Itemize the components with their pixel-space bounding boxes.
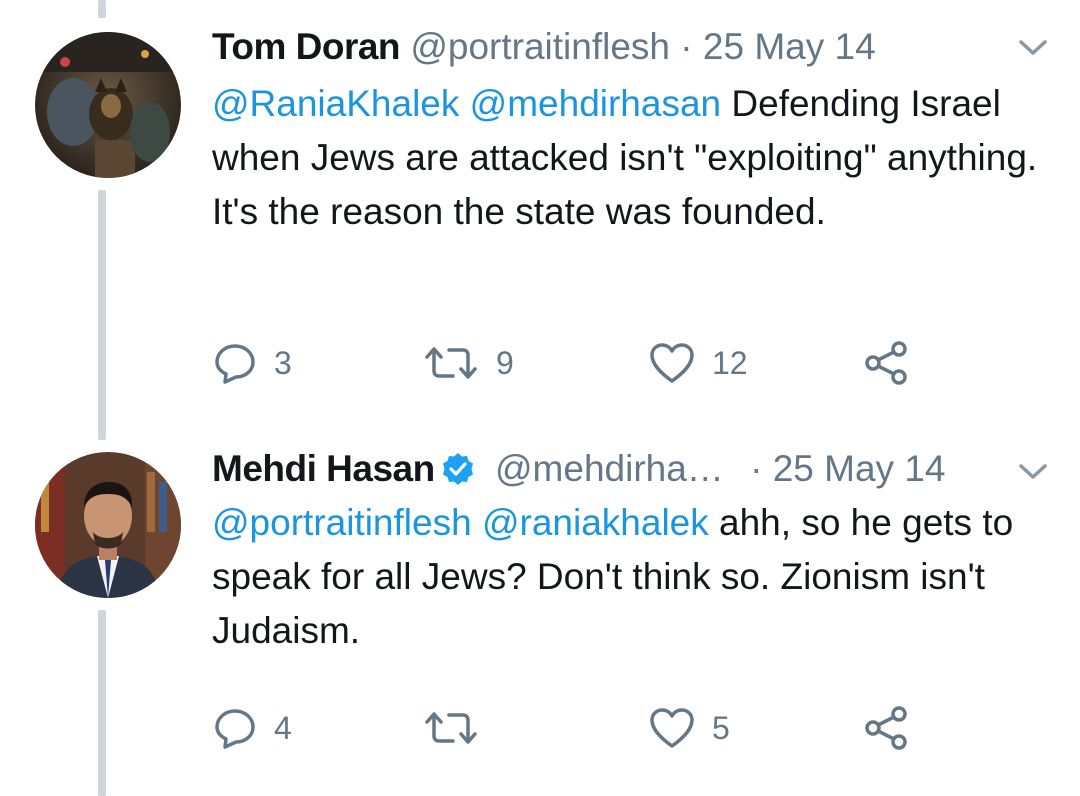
- share-icon: [865, 341, 907, 385]
- tweet-text: @RaniaKhalek @mehdirhasan Defending Isra…: [212, 77, 1042, 239]
- like-count: 12: [712, 344, 748, 381]
- reply-button[interactable]: 4: [212, 703, 292, 753]
- photo-avatar-man-icon: [35, 452, 181, 598]
- chevron-down-icon[interactable]: [1018, 38, 1048, 58]
- timestamp[interactable]: 25 May 14: [773, 448, 946, 489]
- retweet-button[interactable]: [422, 703, 496, 753]
- share-button[interactable]: [862, 703, 910, 753]
- mention-link[interactable]: @RaniaKhalek: [212, 83, 459, 124]
- retweet-icon: [425, 347, 477, 379]
- tweet-header: Tom Doran @portraitinflesh · 25 May 14: [212, 23, 1050, 71]
- username[interactable]: @mehdirha…: [495, 448, 724, 489]
- mention-link[interactable]: @mehdirhasan: [470, 83, 721, 124]
- share-icon: [865, 706, 907, 750]
- mention-link[interactable]: @raniakhalek: [482, 502, 709, 543]
- timestamp[interactable]: 25 May 14: [703, 26, 876, 67]
- chevron-down-icon[interactable]: [1018, 462, 1048, 482]
- heart-icon: [650, 708, 694, 748]
- display-name[interactable]: Tom Doran: [212, 26, 401, 67]
- tweet-actions: 4 5: [212, 703, 1032, 753]
- avatar[interactable]: [35, 452, 181, 598]
- reply-button[interactable]: 3: [212, 338, 292, 388]
- tweet-actions: 3 9 12: [212, 338, 1032, 388]
- separator: ·: [680, 26, 693, 67]
- tweet[interactable]: Mehdi Hasan @mehdirha… · 25 May 14 @port…: [0, 430, 1080, 796]
- retweet-count: 9: [496, 344, 514, 381]
- like-button[interactable]: 12: [648, 338, 748, 388]
- like-count: 5: [712, 709, 730, 746]
- like-button[interactable]: 5: [648, 703, 730, 753]
- avatar[interactable]: [35, 32, 181, 178]
- retweet-button[interactable]: 9: [422, 338, 514, 388]
- reply-icon: [215, 709, 255, 749]
- heart-icon: [650, 343, 694, 383]
- mention-link[interactable]: @portraitinflesh: [212, 502, 472, 543]
- reply-icon: [215, 344, 255, 384]
- retweet-icon: [425, 712, 477, 744]
- tweet-text: @portraitinflesh @raniakhalek ahh, so he…: [212, 496, 1042, 658]
- share-button[interactable]: [862, 338, 910, 388]
- reply-count: 4: [274, 709, 292, 746]
- username[interactable]: @portraitinflesh: [410, 26, 670, 67]
- verified-badge-icon: [442, 453, 473, 485]
- separator: ·: [750, 448, 763, 489]
- display-name[interactable]: Mehdi Hasan: [212, 448, 435, 489]
- photo-avatar-dog-icon: [35, 32, 181, 178]
- tweet-header: Mehdi Hasan @mehdirha… · 25 May 14: [212, 445, 1050, 493]
- reply-count: 3: [274, 344, 292, 381]
- tweet[interactable]: Tom Doran @portraitinflesh · 25 May 14 @…: [0, 0, 1080, 430]
